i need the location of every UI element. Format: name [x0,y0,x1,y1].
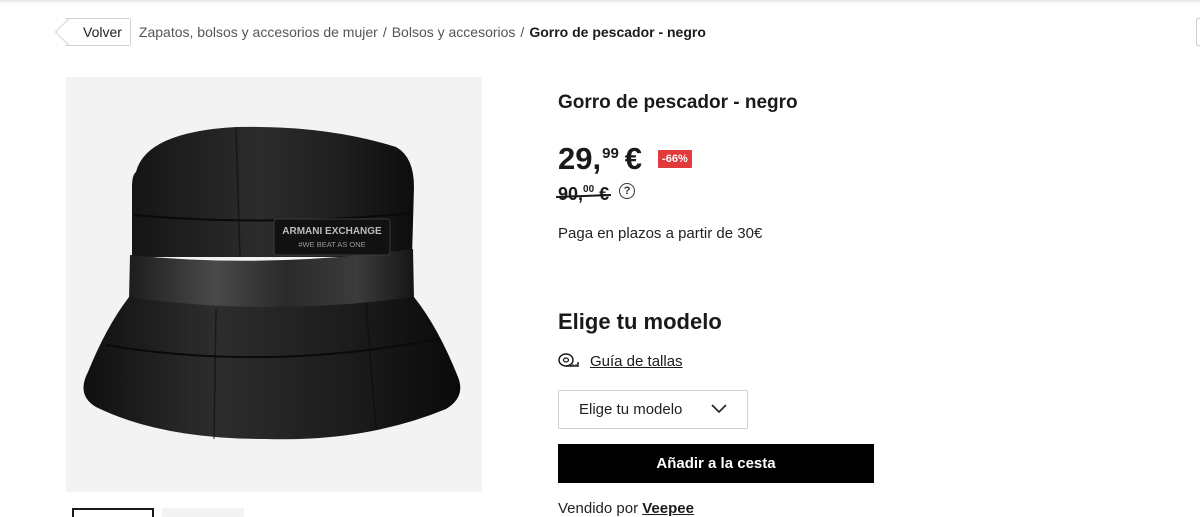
size-guide-label: Guía de tallas [590,352,683,370]
current-price: 29, 99 € -66% [558,140,692,178]
installments-text: Paga en plazos a partir de 30€ [558,225,763,242]
seller-link[interactable]: Veepee [642,500,694,517]
question-circle-icon[interactable]: ? [619,182,636,199]
measuring-tape-icon [558,353,579,367]
discount-badge: -66% [658,150,692,168]
thumbnail-2[interactable] [162,508,244,517]
thumbnail-1[interactable] [72,508,154,517]
old-price-row: 90, 00 € ? [555,182,636,205]
breadcrumb: Volver Zapatos, bolsos y accesorios de m… [54,17,706,47]
old-price: 90, 00 € [555,184,612,205]
breadcrumb-trail: Zapatos, bolsos y accesorios de mujer / … [139,24,706,40]
product-image[interactable]: ARMANI EXCHANGE #WE BEAT AS ONE [66,77,482,492]
breadcrumb-separator: / [382,24,387,40]
bucket-hat-illustration: ARMANI EXCHANGE #WE BEAT AS ONE [83,126,461,440]
top-bar-shadow [0,0,1200,4]
logo-patch-text-2: #WE BEAT AS ONE [298,240,365,249]
old-price-decimals: 00 [583,184,595,195]
price-integer: 29, [558,141,602,176]
sold-by: Vendido por Veepee [558,500,694,517]
side-panel-tab[interactable] [1196,18,1200,46]
model-select-value: Elige tu modelo [579,401,683,418]
breadcrumb-link-bags[interactable]: Bolsos y accesorios [392,24,516,40]
size-guide-link[interactable]: Guía de tallas [558,352,683,370]
breadcrumb-link-women[interactable]: Zapatos, bolsos y accesorios de mujer [139,24,378,40]
back-button-label: Volver [83,24,122,40]
model-select[interactable]: Elige tu modelo [558,390,748,429]
back-arrow-notch [54,17,84,47]
chevron-down-icon [711,404,727,414]
add-to-cart-button[interactable]: Añadir a la cesta [558,444,874,483]
logo-patch-text-1: ARMANI EXCHANGE [282,226,382,237]
choose-model-heading: Elige tu modelo [558,309,722,334]
sold-by-prefix: Vendido por [558,500,639,517]
product-title: Gorro de pescador - negro [558,92,798,113]
price-currency: € [624,141,643,176]
breadcrumb-current: Gorro de pescador - negro [529,24,706,40]
breadcrumb-separator: / [520,24,525,40]
thumbnail-strip [72,508,244,517]
price-decimals: 99 [602,145,619,162]
back-button[interactable]: Volver [54,17,131,47]
